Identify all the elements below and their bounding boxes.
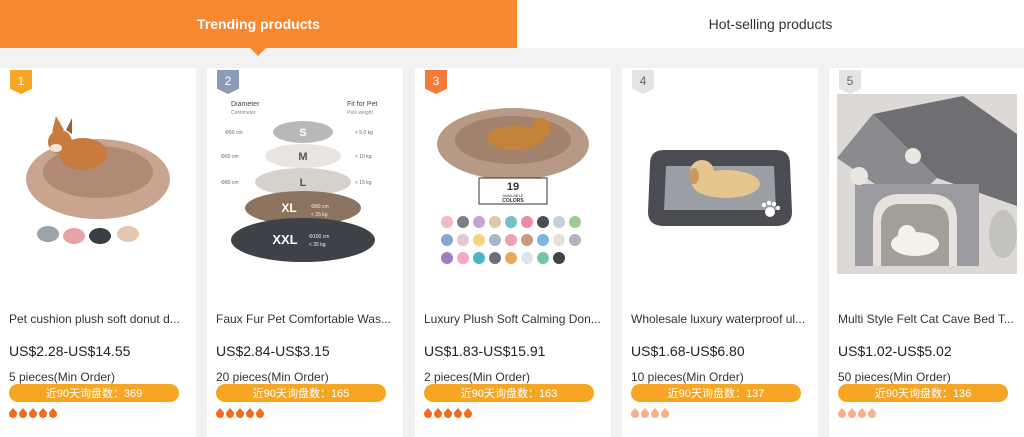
tab-hot-selling-products[interactable]: Hot-selling products xyxy=(517,0,1024,48)
product-title[interactable]: Multi Style Felt Cat Cave Bed T... xyxy=(838,312,1016,326)
size-m-weight: < 10 kg xyxy=(355,154,372,160)
colors-label-line2: COLORS xyxy=(502,198,524,204)
supplier-rating xyxy=(9,408,57,418)
inquiry-count-badge: 近90天询盘数：369 xyxy=(9,384,179,402)
size-l-label: L xyxy=(300,177,307,189)
size-s-label: S xyxy=(299,127,306,139)
flame-icon xyxy=(454,408,462,418)
flame-icon xyxy=(641,408,649,418)
inquiry-count-badge: 近90天询盘数：163 xyxy=(424,384,594,402)
size-l-diameter: Φ80 cm xyxy=(221,180,239,186)
flame-icon xyxy=(651,408,659,418)
flame-icon xyxy=(246,408,254,418)
product-title[interactable]: Wholesale luxury waterproof ul... xyxy=(631,312,809,326)
flame-icon xyxy=(216,408,224,418)
size-l-weight: < 15 kg xyxy=(355,180,372,186)
supplier-rating xyxy=(838,408,876,418)
product-title[interactable]: Luxury Plush Soft Calming Don... xyxy=(424,312,602,326)
flame-icon xyxy=(226,408,234,418)
rectangular-bed-dog-illustration xyxy=(630,94,810,274)
rank-badge: 5 xyxy=(839,70,861,94)
supplier-rating xyxy=(424,408,472,418)
flame-icon xyxy=(444,408,452,418)
supplier-rating xyxy=(631,408,669,418)
size-xl-label: XL xyxy=(281,201,296,215)
rank-badge: 3 xyxy=(425,70,447,94)
size-xl-diameter: Φ80 cm xyxy=(311,204,329,210)
min-order: 5 pieces(Min Order) xyxy=(9,370,116,384)
inquiry-count-badge: 近90天询盘数：136 xyxy=(838,384,1008,402)
min-order: 20 pieces(Min Order) xyxy=(216,370,329,384)
size-xl-weight: < 25 kg xyxy=(311,212,328,218)
product-price: US$1.02-US$5.02 xyxy=(838,343,952,359)
product-price: US$2.84-US$3.15 xyxy=(216,343,330,359)
product-price: US$1.83-US$15.91 xyxy=(424,343,546,359)
product-list: 1 Pet cushion plush soft donut d... US$2… xyxy=(0,68,1024,437)
inquiry-count-badge: 近90天询盘数：137 xyxy=(631,384,801,402)
size-chart-diameter-label: Diameter xyxy=(231,101,260,108)
size-xxl-weight: < 35 kg xyxy=(309,242,326,248)
size-chart-fit-unit: Pets weight xyxy=(347,110,373,116)
flame-icon xyxy=(49,408,57,418)
product-price: US$1.68-US$6.80 xyxy=(631,343,745,359)
donut-bed-dog-illustration xyxy=(8,94,188,274)
flame-icon xyxy=(29,408,37,418)
rank-badge: 1 xyxy=(10,70,32,94)
product-title[interactable]: Pet cushion plush soft donut d... xyxy=(9,312,187,326)
flame-icon xyxy=(9,408,17,418)
size-chart-diameter-unit: Centimeter xyxy=(231,110,256,116)
product-image[interactable] xyxy=(837,94,1017,274)
flame-icon xyxy=(256,408,264,418)
flame-icon xyxy=(424,408,432,418)
size-xxl-label: XXL xyxy=(272,232,297,247)
product-price: US$2.28-US$14.55 xyxy=(9,343,131,359)
product-image[interactable] xyxy=(630,94,810,274)
product-card[interactable]: 2 Diameter Centimeter Fit for Pet Pets w… xyxy=(207,68,403,437)
product-title[interactable]: Faux Fur Pet Comfortable Was... xyxy=(216,312,394,326)
flame-icon xyxy=(19,408,27,418)
product-image[interactable]: Diameter Centimeter Fit for Pet Pets wei… xyxy=(215,94,395,274)
min-order: 2 pieces(Min Order) xyxy=(424,370,531,384)
tab-bar: Trending products Hot-selling products xyxy=(0,0,1024,56)
size-xxl-diameter: Φ100 cm xyxy=(309,234,329,240)
colors-count: 19 xyxy=(507,181,519,193)
min-order: 50 pieces(Min Order) xyxy=(838,370,951,384)
flame-icon xyxy=(434,408,442,418)
tab-trending-products[interactable]: Trending products xyxy=(0,0,517,56)
plush-bed-colors-illustration: 19 AVAILABLE COLORS xyxy=(423,94,603,274)
rank-badge: 2 xyxy=(217,70,239,94)
flame-icon xyxy=(39,408,47,418)
product-card[interactable]: 4 Wholesale luxury waterproof ul... US$1… xyxy=(622,68,818,437)
flame-icon xyxy=(236,408,244,418)
size-s-diameter: Φ50 cm xyxy=(225,130,243,136)
flame-icon xyxy=(868,408,876,418)
product-card[interactable]: 3 19 AVAILABLE COLORS Luxury Plush Soft … xyxy=(415,68,611,437)
size-chart-fit-label: Fit for Pet xyxy=(347,101,377,108)
size-m-diameter: Φ60 cm xyxy=(221,154,239,160)
cat-cave-house-illustration xyxy=(837,94,1017,274)
product-image[interactable] xyxy=(8,94,188,274)
product-card[interactable]: 5 Multi Style Felt Cat Cave Bed T... US$… xyxy=(829,68,1024,437)
size-m-label: M xyxy=(298,151,307,163)
size-s-weight: < 5.0 kg xyxy=(355,130,373,136)
min-order: 10 pieces(Min Order) xyxy=(631,370,744,384)
flame-icon xyxy=(838,408,846,418)
flame-icon xyxy=(858,408,866,418)
flame-icon xyxy=(848,408,856,418)
size-chart-illustration: Diameter Centimeter Fit for Pet Pets wei… xyxy=(215,94,395,274)
inquiry-count-badge: 近90天询盘数：165 xyxy=(216,384,386,402)
supplier-rating xyxy=(216,408,264,418)
flame-icon xyxy=(464,408,472,418)
flame-icon xyxy=(631,408,639,418)
product-image[interactable]: 19 AVAILABLE COLORS xyxy=(423,94,603,274)
flame-icon xyxy=(661,408,669,418)
rank-badge: 4 xyxy=(632,70,654,94)
product-card[interactable]: 1 Pet cushion plush soft donut d... US$2… xyxy=(0,68,196,437)
